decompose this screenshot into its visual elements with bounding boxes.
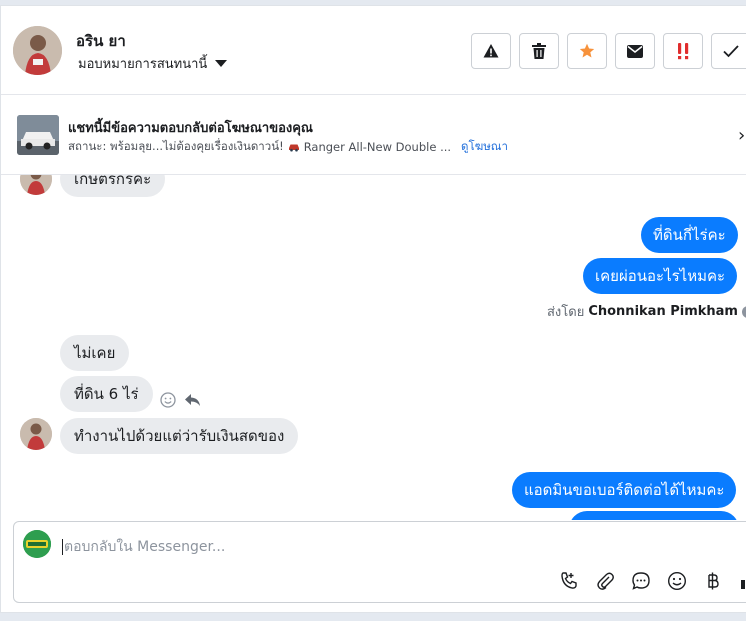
saved-reply-button[interactable] xyxy=(630,570,652,592)
incoming-message[interactable]: ไม่เคย xyxy=(60,335,130,371)
conversation-header: อริน ยา มอบหมายการสนทนานี้ xyxy=(1,6,746,95)
outgoing-message-partial[interactable] xyxy=(569,511,739,520)
call-button[interactable] xyxy=(558,570,580,592)
contact-avatar[interactable] xyxy=(13,26,62,75)
ad-status-line: สถานะ: พร้อมลุย...ไม่ต้องคุยเรื่องเงินดา… xyxy=(68,138,508,156)
check-icon xyxy=(723,45,739,58)
assign-label: มอบหมายการสนทนานี้ xyxy=(78,57,208,72)
delete-button[interactable] xyxy=(519,33,559,69)
header-actions xyxy=(471,33,746,69)
star-icon xyxy=(579,43,595,58)
like-button[interactable] xyxy=(738,570,746,592)
attach-button[interactable] xyxy=(594,570,616,592)
payment-button[interactable] xyxy=(702,570,724,592)
view-ad-link[interactable]: ดูโฆษณา xyxy=(461,138,508,156)
attach-icon xyxy=(597,572,614,590)
done-button[interactable] xyxy=(711,33,746,69)
sent-by-label: ส่งโดย xyxy=(547,305,585,320)
text-cursor xyxy=(62,539,63,555)
mail-button[interactable] xyxy=(615,33,655,69)
like-icon xyxy=(741,580,745,589)
outgoing-message[interactable]: แอดมินขอเบอร์ติดต่อได้ไหมคะ xyxy=(512,472,737,508)
page-avatar xyxy=(23,530,51,558)
message-thread[interactable]: เกษตรกรคะ ที่ดินกี่ไร่คะ เคยผ่อนอะไรไหมค… xyxy=(1,175,746,520)
composer-tools xyxy=(558,570,746,592)
spam-button[interactable] xyxy=(663,33,703,69)
baht-icon xyxy=(708,572,719,590)
outgoing-message[interactable]: เคยผ่อนอะไรไหมคะ xyxy=(583,258,738,294)
contact-name: อริน ยา xyxy=(76,32,126,50)
warning-icon xyxy=(483,44,499,58)
caret-down-icon xyxy=(215,60,228,67)
emoji-button[interactable] xyxy=(666,570,688,592)
star-button[interactable] xyxy=(567,33,607,69)
emoji-icon xyxy=(667,571,687,591)
ad-thumbnail xyxy=(17,115,59,155)
reply-placeholder: ตอบกลับใน Messenger... xyxy=(64,539,226,555)
contact-avatar-small xyxy=(20,175,52,195)
trash-icon xyxy=(532,43,546,59)
ad-status-text: สถานะ: พร้อมลุย...ไม่ต้องคุยเรื่องเงินดา… xyxy=(68,139,284,153)
conversation-panel: อริน ยา มอบหมายการสนทนานี้ แชทนี้มีข้อคว… xyxy=(0,5,746,613)
spam-icon xyxy=(678,43,689,60)
contact-avatar-small xyxy=(20,418,52,450)
assign-conversation-dropdown[interactable]: มอบหมายการสนทนานี้ xyxy=(78,53,228,74)
sent-by-name: Chonnikan Pimkham xyxy=(588,304,738,319)
call-icon xyxy=(561,572,577,589)
ad-banner-title: แชทนี้มีข้อความตอบกลับต่อโฆษณาของคุณ xyxy=(68,121,313,136)
warning-button[interactable] xyxy=(471,33,511,69)
sent-by-line: ส่งโดย Chonnikan Pimkham ? xyxy=(547,301,746,322)
ad-reply-banner[interactable]: แชทนี้มีข้อความตอบกลับต่อโฆษณาของคุณ สถา… xyxy=(1,95,746,175)
incoming-message[interactable]: เกษตรกรคะ xyxy=(60,175,166,197)
emoji-react-icon[interactable] xyxy=(160,392,176,408)
chevron-right-icon[interactable]: › xyxy=(738,125,745,146)
reply-composer: ตอบกลับใน Messenger... xyxy=(13,521,746,603)
incoming-message[interactable]: ที่ดิน 6 ไร่ xyxy=(60,376,153,412)
help-icon[interactable]: ? xyxy=(741,305,746,318)
car-icon xyxy=(288,144,299,152)
ad-name: Ranger All-New Double ... xyxy=(303,140,452,154)
outgoing-message[interactable]: ที่ดินกี่ไร่คะ xyxy=(641,217,738,253)
saved-reply-icon xyxy=(632,572,650,590)
incoming-message[interactable]: ทำงานไปด้วยแต่ว่ารับเงินสดของ xyxy=(60,418,299,454)
message-actions xyxy=(160,392,201,408)
mail-icon xyxy=(627,44,643,58)
reply-icon[interactable] xyxy=(184,393,201,407)
reply-input[interactable]: ตอบกลับใน Messenger... xyxy=(62,536,225,558)
